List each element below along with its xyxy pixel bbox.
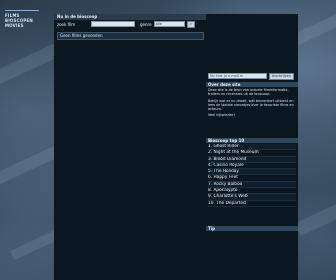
sidebar: Vul hier je e-mail in Inschrijven Over d… [206,14,298,280]
genre-label: genre [140,21,152,27]
top10-list: 1. Ghost Rider 2. Night at the Museum 3.… [206,144,298,207]
site-logo[interactable]: FILMS BIOSCOPEN MOVIES [5,10,53,28]
about-paragraph: Bekijk wat er nu draait, wat binnenkort … [208,98,294,112]
list-item[interactable]: 10. The Departed [208,201,296,207]
about-text: Deze site is de bron van actuele filminf… [206,87,298,121]
tip-box: Tip [206,226,298,231]
top10-title: Bioscoop top 10 [206,138,298,143]
about-box: Over deze site Deze site is de bron van … [206,82,298,121]
search-bar: zoek film genre Alle » [54,20,207,28]
newsletter-form: Vul hier je e-mail in Inschrijven [206,72,300,80]
about-paragraph: Deze site is de bron van actuele filminf… [208,88,289,97]
search-label: zoek film [57,21,76,27]
no-results-notice: Geen films gevonden [57,32,204,40]
newsletter-email-input[interactable]: Vul hier je e-mail in [208,73,267,79]
about-paragraph: Veel kijkplezier! [208,113,235,118]
main-content: Nu in de bioscoop zoek film genre Alle »… [54,14,207,280]
search-submit-button[interactable]: » [186,20,195,28]
genre-select[interactable]: Alle [153,21,185,27]
search-input[interactable] [91,21,135,27]
newsletter-submit-button[interactable]: Inschrijven [269,72,295,80]
tip-title: Tip [206,226,298,231]
logo-line-3: MOVIES [5,23,24,28]
top10-box: Bioscoop top 10 1. Ghost Rider 2. Night … [206,138,298,207]
